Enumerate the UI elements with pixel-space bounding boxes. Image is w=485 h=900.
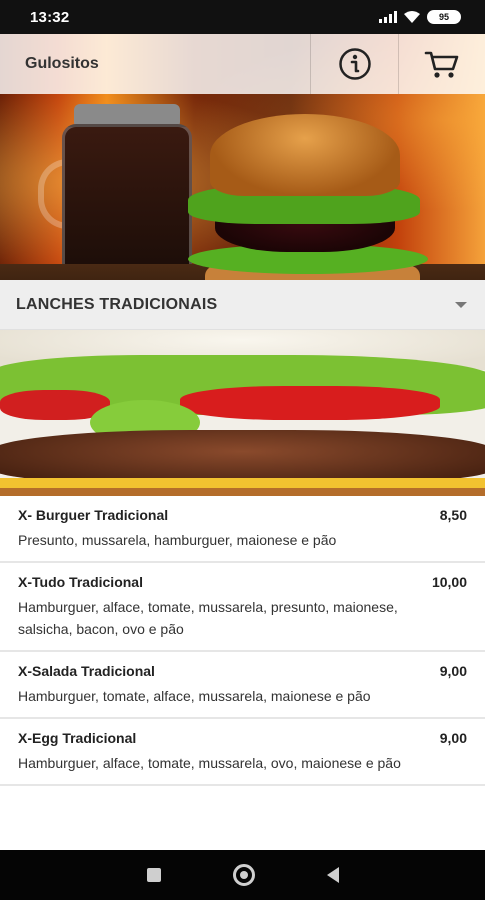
recent-apps-icon[interactable] — [146, 868, 161, 882]
product-item-x-tudo[interactable]: X-Tudo Tradicional 10,00 Hamburguer, alf… — [0, 563, 485, 652]
app-header: Gulositos — [0, 34, 485, 94]
app-title: Gulositos — [25, 55, 99, 72]
product-name: X-Salada Tradicional — [18, 663, 155, 679]
product-name: X- Burguer Tradicional — [18, 507, 169, 523]
signal-icon — [379, 11, 397, 23]
bun-top — [210, 114, 400, 196]
navigation-bar — [0, 850, 485, 900]
product-name: X-Egg Tradicional — [18, 730, 137, 746]
product-item-x-egg[interactable]: X-Egg Tradicional 9,00 Hamburguer, alfac… — [0, 719, 485, 786]
category-header[interactable]: LANCHES TRADICIONAIS — [0, 280, 485, 330]
drink-jar — [62, 124, 192, 279]
header-title-box: Gulositos — [0, 34, 310, 94]
product-price: 8,50 — [439, 507, 467, 523]
banner-patty — [0, 430, 485, 484]
battery-icon: 95 — [427, 10, 461, 24]
back-icon[interactable] — [326, 867, 339, 883]
product-price: 10,00 — [431, 574, 467, 590]
wifi-icon — [404, 11, 420, 23]
chevron-down-icon[interactable] — [455, 301, 467, 308]
product-description: Hamburguer, alface, tomate, mussarela, p… — [18, 599, 398, 637]
product-price: 9,00 — [439, 730, 467, 746]
info-button[interactable] — [310, 34, 398, 94]
banner-tomato-right — [180, 386, 440, 420]
product-item-x-salada[interactable]: X-Salada Tradicional 9,00 Hamburguer, to… — [0, 652, 485, 719]
product-item-x-burguer[interactable]: X- Burguer Tradicional 8,50 Presunto, mu… — [0, 496, 485, 563]
product-list: X- Burguer Tradicional 8,50 Presunto, mu… — [0, 496, 485, 786]
product-description: Presunto, mussarela, hamburguer, maiones… — [18, 532, 337, 548]
cart-icon — [424, 51, 459, 78]
category-banner-image — [0, 330, 485, 496]
product-description: Hamburguer, alface, tomate, mussarela, o… — [18, 755, 401, 771]
product-price: 9,00 — [439, 663, 467, 679]
info-icon — [338, 48, 371, 80]
status-bar: 13:32 95 — [0, 0, 485, 34]
product-description: Hamburguer, tomate, alface, mussarela, m… — [18, 688, 371, 704]
status-icons: 95 — [379, 10, 461, 24]
category-title: LANCHES TRADICIONAIS — [16, 295, 218, 313]
banner-bun-bottom — [0, 488, 485, 496]
product-name: X-Tudo Tradicional — [18, 574, 143, 590]
home-icon[interactable] — [232, 864, 255, 886]
status-time: 13:32 — [30, 8, 70, 26]
cart-button[interactable] — [398, 34, 485, 94]
